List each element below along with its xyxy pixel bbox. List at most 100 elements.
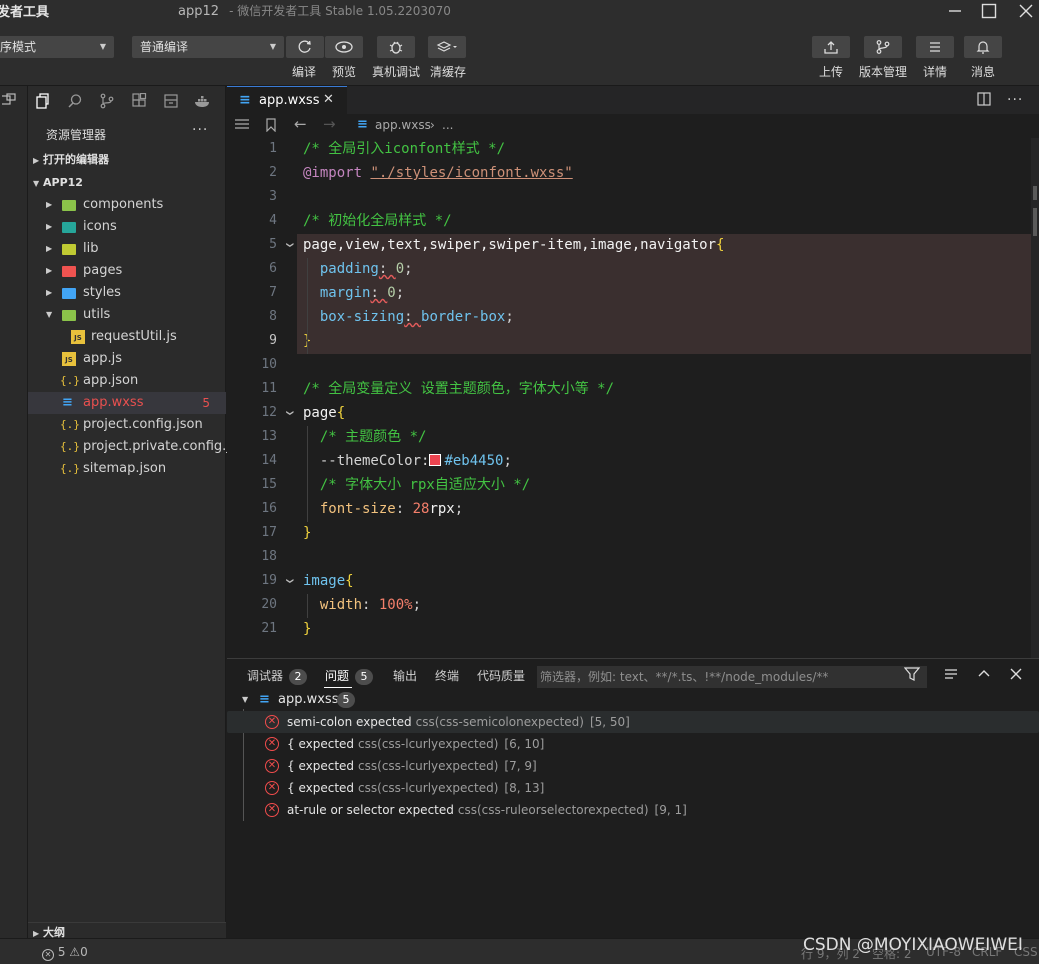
- code-line[interactable]: 11 /* 全局变量定义 设置主题颜色，字体大小等 */: [227, 378, 1039, 402]
- tree-item-utils[interactable]: ▼ utils: [28, 304, 226, 326]
- problem-row[interactable]: ✕ { expected css(css-lcurlyexpected) [7, 9]: [227, 755, 1039, 777]
- problems-status[interactable]: ✕ 5 ⚠0: [42, 945, 88, 961]
- code-line[interactable]: 12 ❯ page{: [227, 402, 1039, 426]
- editor-scrollbar[interactable]: [1031, 138, 1039, 658]
- tree-item-app-js[interactable]: JS app.js: [28, 348, 226, 370]
- fold-chevron-icon[interactable]: ❯: [278, 410, 300, 416]
- code-line[interactable]: 15 /* 字体大小 rpx自适应大小 */: [227, 474, 1039, 498]
- more-actions-button[interactable]: ···: [192, 122, 208, 138]
- breadcrumb-file[interactable]: app.wxss: [375, 118, 431, 132]
- tree-item-lib[interactable]: ▶ lib: [28, 238, 226, 260]
- line-number: 3: [269, 189, 277, 204]
- code-line[interactable]: 14 --themeColor: #eb4450;: [227, 450, 1039, 474]
- project-root-section[interactable]: ▼ APP12: [28, 172, 226, 194]
- list-icon[interactable]: [235, 118, 249, 133]
- tab-storage[interactable]: [161, 91, 181, 111]
- problems-group-header[interactable]: ▼ ≡ app.wxss 5: [227, 689, 1039, 711]
- window-subtitle: - 微信开发者工具 Stable 1.05.2203070: [229, 4, 451, 18]
- close-panel-icon[interactable]: [1009, 667, 1023, 685]
- tab-search[interactable]: [65, 91, 85, 111]
- more-tab-actions-button[interactable]: ···: [1007, 92, 1023, 108]
- code-line[interactable]: 13 /* 主题颜色 */: [227, 426, 1039, 450]
- forward-arrow-icon[interactable]: →: [323, 115, 336, 133]
- code-line[interactable]: 9}: [227, 330, 1039, 354]
- tab-extensions[interactable]: [129, 91, 149, 111]
- details-button[interactable]: [916, 36, 954, 58]
- tree-item-label: components: [83, 197, 164, 212]
- tab-problems[interactable]: 问题 5: [325, 667, 374, 685]
- tab-docker[interactable]: [193, 91, 213, 111]
- tab-output[interactable]: 输出: [393, 667, 417, 684]
- split-icon: [977, 92, 991, 106]
- tab-explorer[interactable]: [33, 91, 53, 111]
- preview-button[interactable]: [325, 36, 363, 58]
- tree-item-app-wxss[interactable]: ≡ app.wxss 5: [28, 392, 226, 414]
- code-line[interactable]: 19 ❯ image{: [227, 570, 1039, 594]
- clear-cache-button[interactable]: [428, 36, 466, 58]
- tree-item-styles[interactable]: ▶ styles: [28, 282, 226, 304]
- tree-item-components[interactable]: ▶ components: [28, 194, 226, 216]
- problem-row[interactable]: ✕ { expected css(css-lcurlyexpected) [6, 10…: [227, 733, 1039, 755]
- code-line[interactable]: 18: [227, 546, 1039, 570]
- tab-code-quality[interactable]: 代码质量: [477, 667, 525, 684]
- code-line[interactable]: 3: [227, 186, 1039, 210]
- code-line[interactable]: 10: [227, 354, 1039, 378]
- collapse-all-icon[interactable]: [944, 667, 958, 685]
- tab-terminal[interactable]: 终端: [435, 667, 459, 684]
- maximize-panel-icon[interactable]: [977, 667, 991, 685]
- code-line[interactable]: 17}: [227, 522, 1039, 546]
- compile-select[interactable]: 普通编译 ▼: [132, 36, 284, 58]
- line-number: 19: [261, 573, 277, 588]
- tab-source-control[interactable]: [97, 91, 117, 111]
- code-line[interactable]: 2 @import "./styles/iconfont.wxss": [227, 162, 1039, 186]
- code-line[interactable]: 1 /* 全局引入iconfont样式 */: [227, 138, 1039, 162]
- tab-debugger[interactable]: 调试器 2: [247, 667, 308, 685]
- app-name: 发者工具: [0, 5, 50, 20]
- tree-item-project-private-config[interactable]: {.} project.private.config.js...: [28, 436, 249, 458]
- tree-item-requestutil[interactable]: JS requestUtil.js: [28, 326, 226, 348]
- code-line[interactable]: 5 ❯ page,view,text,swiper,swiper-item,imag…: [227, 234, 1039, 258]
- minimize-button[interactable]: [937, 0, 973, 22]
- code-line[interactable]: 6 padding: 0;: [227, 258, 1039, 282]
- version-control-button[interactable]: [864, 36, 902, 58]
- tree-item-project-config[interactable]: {.} project.config.json: [28, 414, 226, 436]
- tree-item-app-json[interactable]: {.} app.json: [28, 370, 226, 392]
- code-line[interactable]: 20 width: 100%;: [227, 594, 1039, 618]
- mode-select[interactable]: 序模式 ▼: [0, 36, 114, 58]
- problem-row[interactable]: ✕ at-rule or selector expected css(css-rul…: [227, 799, 1039, 821]
- problems-filter-input[interactable]: 筛选器，例如: text、**/*.ts、!**/node_modules/**: [537, 666, 927, 688]
- compile-button[interactable]: [286, 36, 324, 58]
- breadcrumb-more[interactable]: ...: [442, 118, 453, 132]
- code-line[interactable]: 7 margin: 0;: [227, 282, 1039, 306]
- tree-item-sitemap[interactable]: {.} sitemap.json: [28, 458, 226, 480]
- maximize-button[interactable]: [971, 0, 1007, 22]
- explorer-title: 资源管理器: [46, 128, 107, 142]
- code-line[interactable]: 16 font-size: 28rpx;: [227, 498, 1039, 522]
- code-line[interactable]: 8 box-sizing: border-box;: [227, 306, 1039, 330]
- fold-chevron-icon[interactable]: ❯: [278, 242, 300, 248]
- group-count-badge: 5: [337, 692, 355, 708]
- remote-debug-button[interactable]: [377, 36, 415, 58]
- tab-app-wxss[interactable]: ≡ app.wxss ✕: [227, 86, 347, 114]
- close-window-button[interactable]: [1008, 0, 1039, 22]
- bookmark-icon[interactable]: [265, 118, 277, 135]
- close-tab-button[interactable]: ✕: [323, 92, 334, 107]
- tree-item-icons[interactable]: ▶ icons: [28, 216, 226, 238]
- code-line[interactable]: 4 /* 初始化全局样式 */: [227, 210, 1039, 234]
- error-icon: ✕: [265, 759, 279, 773]
- fold-chevron-icon[interactable]: ❯: [278, 578, 300, 584]
- messages-button[interactable]: [964, 36, 1002, 58]
- upload-button[interactable]: [812, 36, 850, 58]
- back-arrow-icon[interactable]: ←: [294, 115, 307, 133]
- split-editor-button[interactable]: [977, 92, 991, 110]
- open-editors-section[interactable]: ▶ 打开的编辑器: [28, 149, 226, 171]
- code-editor[interactable]: 1 /* 全局引入iconfont样式 */ 2 @import "./styles/…: [227, 138, 1039, 658]
- problem-row[interactable]: ✕ semi-colon expected css(css-semicolonexp…: [227, 711, 1039, 733]
- problem-row[interactable]: ✕ { expected css(css-lcurlyexpected) [8, 13…: [227, 777, 1039, 799]
- code-line[interactable]: 21}: [227, 618, 1039, 642]
- error-icon: ✕: [42, 949, 54, 961]
- tree-item-pages[interactable]: ▶ pages: [28, 260, 226, 282]
- simulator-toggle[interactable]: [0, 92, 20, 110]
- filter-icon[interactable]: [903, 667, 921, 685]
- color-swatch[interactable]: [429, 454, 442, 466]
